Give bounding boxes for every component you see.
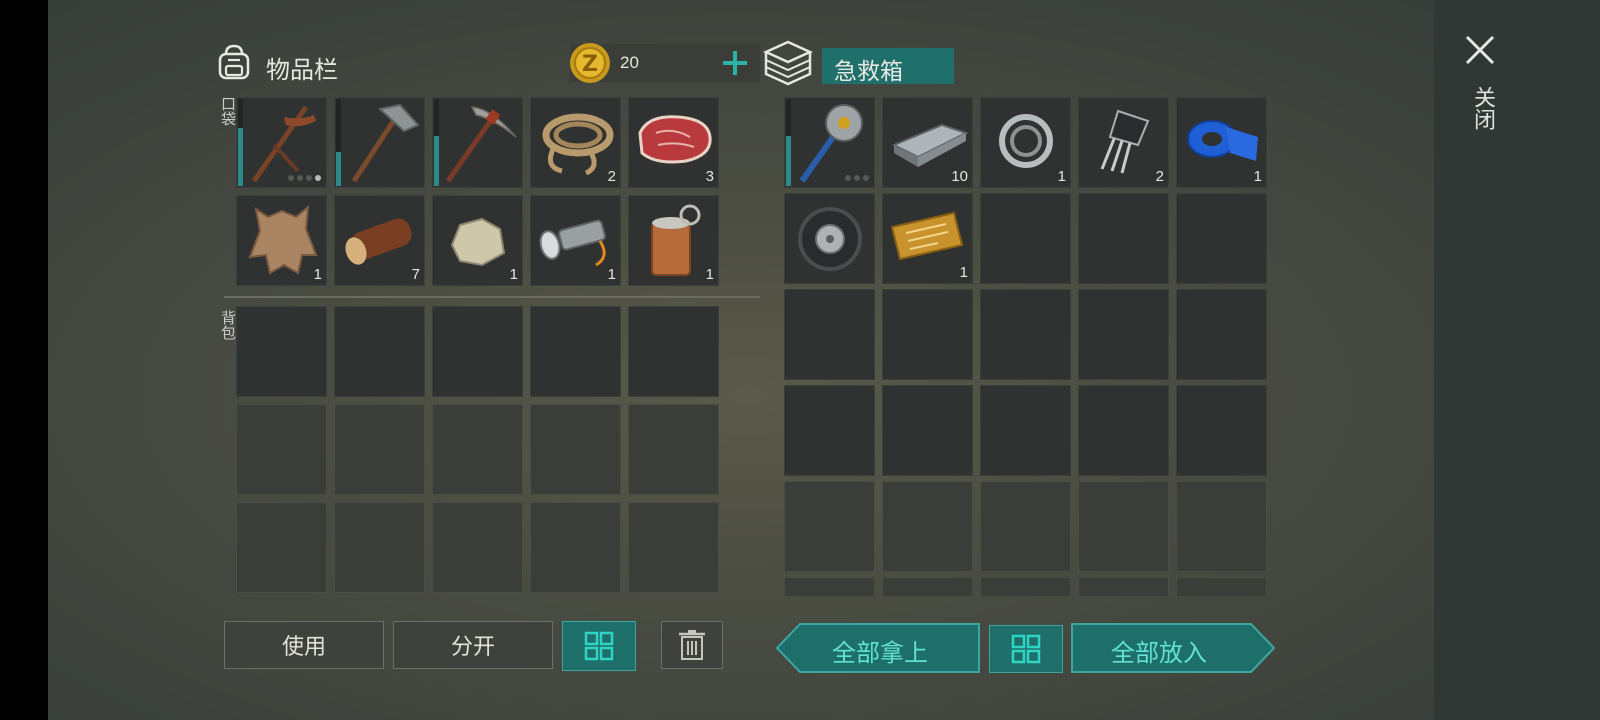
container-slot-6[interactable] (784, 193, 875, 284)
pocket-slot-3[interactable] (432, 97, 523, 188)
item-qty: 1 (313, 266, 322, 283)
game-screen: 关闭 物品栏 Z 20 口袋 背包 2 3 1 7 1 1 1 急救箱 10 1… (48, 0, 1600, 720)
trash-icon (679, 630, 705, 660)
container-slot[interactable] (784, 385, 875, 476)
put-all-button[interactable]: 全部放入 (1071, 623, 1275, 673)
svg-text:Z: Z (582, 52, 598, 77)
container-slot[interactable] (784, 481, 875, 572)
container-slot[interactable] (1078, 481, 1169, 572)
tire-icon (798, 207, 862, 271)
backpack-slot-locked (628, 502, 719, 593)
coin-icon: Z (570, 43, 610, 83)
item-qty: 2 (1155, 168, 1164, 185)
backpack-slot[interactable] (236, 306, 327, 397)
grid-icon (1011, 634, 1041, 664)
close-label: 关闭 (1470, 86, 1495, 130)
pocket-slot-5[interactable]: 3 (628, 97, 719, 188)
item-qty: 1 (1253, 168, 1262, 185)
pocket-slot-10[interactable]: 1 (628, 195, 719, 286)
item-qty: 1 (509, 266, 518, 283)
backpack-slot-locked (530, 502, 621, 593)
container-slot-4[interactable]: 2 (1078, 97, 1169, 188)
container-slot[interactable] (784, 289, 875, 380)
container-slot-3[interactable]: 1 (980, 97, 1071, 188)
container-slot[interactable] (882, 385, 973, 476)
take-all-button[interactable]: 全部拿上 (776, 623, 980, 673)
container-slot[interactable] (1176, 481, 1267, 572)
pocket-slot-6[interactable]: 1 (236, 195, 327, 286)
coin-count: 20 (620, 53, 639, 72)
backpack-slot[interactable] (334, 306, 425, 397)
inventory-header: 物品栏 Z 20 (214, 40, 760, 84)
container-sort-button[interactable] (989, 625, 1063, 673)
pocket-slot-9[interactable]: 1 (530, 195, 621, 286)
container-slot[interactable] (882, 289, 973, 380)
container-slot[interactable] (980, 481, 1071, 572)
pocket-slot-2[interactable] (334, 97, 425, 188)
close-icon (1465, 35, 1495, 65)
grid-icon (584, 631, 614, 661)
backpack-slot-locked (530, 404, 621, 495)
pickaxe-icon (445, 106, 517, 183)
take-all-label: 全部拿上 (832, 639, 928, 667)
item-qty: 1 (1057, 168, 1066, 185)
container-slot[interactable] (980, 193, 1071, 284)
container-slot[interactable] (1078, 289, 1169, 380)
durability-dots (845, 175, 869, 181)
inventory-title: 物品栏 (266, 56, 338, 84)
sort-button[interactable] (562, 621, 636, 671)
container-header: 急救箱 (762, 38, 1002, 90)
backpack-icon (218, 44, 250, 80)
backpack-slot-locked (432, 404, 523, 495)
container-slot[interactable] (1176, 193, 1267, 284)
stone-hammer-icon (351, 103, 420, 183)
container-slot[interactable] (1078, 193, 1169, 284)
item-qty: 2 (607, 168, 616, 185)
container-title: 急救箱 (822, 48, 954, 85)
container-slot[interactable] (1078, 385, 1169, 476)
container-slot-2[interactable]: 10 (882, 97, 973, 188)
backpack-slot-locked (432, 502, 523, 593)
item-qty: 3 (705, 168, 714, 185)
backpack-slot-locked (236, 404, 327, 495)
backpack-slot[interactable] (432, 306, 523, 397)
item-qty: 1 (959, 264, 968, 281)
container-slot[interactable] (1176, 289, 1267, 380)
pocket-slot-8[interactable]: 1 (432, 195, 523, 286)
item-qty: 1 (607, 266, 616, 283)
backpack-slot[interactable] (628, 306, 719, 397)
add-coins-icon[interactable] (720, 48, 750, 78)
backpack-slot-locked (334, 502, 425, 593)
item-qty: 1 (705, 266, 714, 283)
backpack-slot[interactable] (530, 306, 621, 397)
put-all-label: 全部放入 (1111, 639, 1207, 667)
container-scroll-clip (784, 577, 1267, 596)
use-button[interactable]: 使用 (224, 621, 384, 669)
item-qty: 10 (951, 168, 968, 185)
container-slot-1[interactable] (784, 97, 875, 188)
container-slot[interactable] (980, 385, 1071, 476)
durability-dots (288, 175, 321, 181)
backpack-slot-locked (334, 404, 425, 495)
section-divider (224, 296, 760, 298)
close-button[interactable]: 关闭 (1458, 30, 1502, 150)
coin-box: Z 20 (570, 43, 760, 83)
delete-button[interactable] (661, 621, 723, 669)
container-slot[interactable] (1176, 385, 1267, 476)
box-icon (762, 40, 814, 86)
split-button[interactable]: 分开 (393, 621, 553, 669)
container-slot-7[interactable]: 1 (882, 193, 973, 284)
container-slot[interactable] (980, 289, 1071, 380)
pocket-slot-1[interactable] (236, 97, 327, 188)
container-slot[interactable] (882, 481, 973, 572)
container-slot-5[interactable]: 1 (1176, 97, 1267, 188)
pocket-slot-7[interactable]: 7 (334, 195, 425, 286)
backpack-slot-locked (236, 502, 327, 593)
pocket-slot-4[interactable]: 2 (530, 97, 621, 188)
item-qty: 7 (411, 266, 420, 283)
backpack-slot-locked (628, 404, 719, 495)
